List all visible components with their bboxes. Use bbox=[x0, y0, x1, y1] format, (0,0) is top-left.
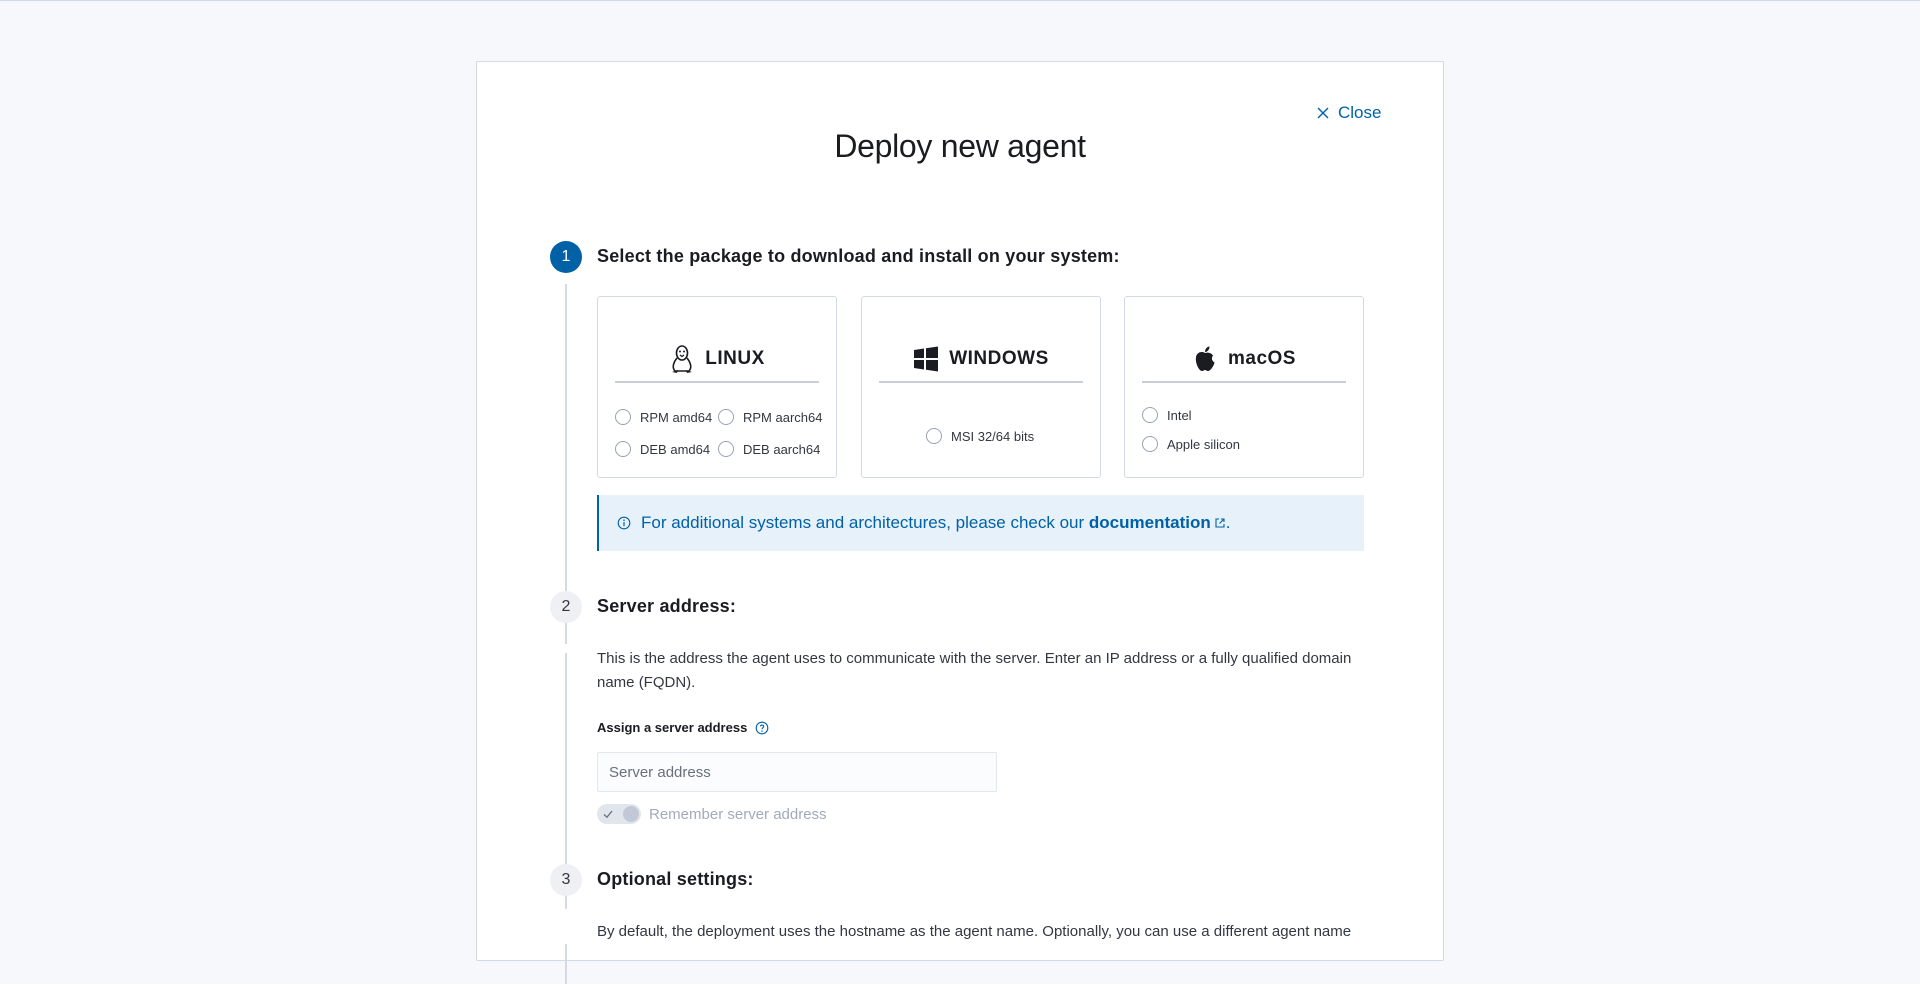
toggle-knob bbox=[623, 806, 639, 822]
radio-rpm-aarch64[interactable]: RPM aarch64 bbox=[718, 409, 822, 425]
external-link-icon bbox=[1215, 518, 1225, 528]
radio-label: RPM amd64 bbox=[640, 409, 713, 425]
remember-server-toggle-row[interactable]: Remember server address bbox=[597, 804, 827, 824]
step-2-title: Server address: bbox=[597, 596, 737, 616]
radio-circle[interactable] bbox=[1142, 436, 1158, 452]
step-3-number: 3 bbox=[550, 864, 582, 896]
info-callout: For additional systems and architectures… bbox=[597, 495, 1364, 551]
field-label-text: Assign a server address bbox=[597, 720, 748, 735]
top-divider bbox=[0, 0, 1920, 1]
windows-logo-icon bbox=[914, 346, 939, 372]
remember-server-toggle[interactable] bbox=[597, 804, 641, 824]
page-title: Deploy new agent bbox=[834, 128, 1086, 164]
radio-intel[interactable]: Intel bbox=[1142, 407, 1192, 423]
optional-settings-description: By default, the deployment uses the host… bbox=[597, 923, 1352, 940]
close-icon bbox=[1317, 107, 1329, 119]
radio-label: MSI 32/64 bits bbox=[951, 428, 1035, 444]
radio-circle[interactable] bbox=[718, 409, 734, 425]
step-2-number: 2 bbox=[550, 591, 582, 623]
linux-header: LINUX bbox=[615, 337, 819, 383]
server-address-input[interactable] bbox=[597, 752, 997, 792]
radio-label: Apple silicon bbox=[1167, 436, 1240, 452]
radio-label: Intel bbox=[1167, 407, 1192, 423]
documentation-link-label: documentation bbox=[1088, 513, 1211, 532]
linux-card: LINUX RPM amd64 RPM aarch64 DEB amd64 DE… bbox=[597, 296, 837, 478]
close-button[interactable]: Close bbox=[1316, 102, 1381, 124]
remember-server-label: Remember server address bbox=[649, 805, 827, 823]
radio-label: RPM aarch64 bbox=[743, 409, 823, 425]
radio-label: DEB amd64 bbox=[640, 441, 711, 457]
server-address-field-label: Assign a server address bbox=[597, 720, 769, 735]
linux-label: LINUX bbox=[705, 348, 765, 369]
radio-label: DEB aarch64 bbox=[743, 441, 821, 457]
step-3-title: Optional settings: bbox=[597, 869, 754, 889]
deploy-agent-panel: Close Deploy new agent 1 Select the pack… bbox=[476, 61, 1444, 984]
callout-text: For additional systems and architectures… bbox=[641, 513, 1230, 533]
windows-card: WINDOWS MSI 32/64 bits bbox=[861, 296, 1101, 478]
radio-circle[interactable] bbox=[615, 441, 631, 457]
step-1-title: Select the package to download and insta… bbox=[597, 246, 1120, 266]
radio-msi-32-64[interactable]: MSI 32/64 bits bbox=[926, 428, 1034, 444]
radio-circle[interactable] bbox=[718, 441, 734, 457]
macos-label: macOS bbox=[1228, 348, 1296, 369]
help-icon[interactable] bbox=[755, 721, 769, 735]
radio-circle[interactable] bbox=[615, 409, 631, 425]
radio-circle[interactable] bbox=[926, 428, 942, 444]
step-1-number: 1 bbox=[550, 241, 582, 273]
radio-deb-amd64[interactable]: DEB amd64 bbox=[615, 441, 710, 457]
radio-rpm-amd64[interactable]: RPM amd64 bbox=[615, 409, 712, 425]
close-label: Close bbox=[1338, 103, 1382, 122]
step-1-connector bbox=[565, 284, 567, 644]
documentation-link[interactable]: documentation bbox=[1089, 513, 1226, 532]
server-address-description: This is the address the agent uses to co… bbox=[597, 650, 1352, 691]
step-3-connector bbox=[565, 944, 567, 984]
radio-deb-aarch64[interactable]: DEB aarch64 bbox=[718, 441, 820, 457]
apple-logo-icon bbox=[1195, 346, 1215, 371]
callout-suffix: . bbox=[1225, 513, 1231, 532]
checkmark-icon bbox=[603, 810, 613, 819]
radio-apple-silicon[interactable]: Apple silicon bbox=[1142, 436, 1240, 452]
macos-card: macOS Intel Apple silicon bbox=[1124, 296, 1364, 478]
windows-header: WINDOWS bbox=[879, 337, 1083, 383]
radio-circle[interactable] bbox=[1142, 407, 1158, 423]
macos-header: macOS bbox=[1142, 337, 1346, 383]
linux-tux-icon bbox=[672, 345, 693, 373]
info-icon bbox=[617, 516, 631, 530]
callout-message: For additional systems and architectures… bbox=[641, 513, 1085, 532]
windows-label: WINDOWS bbox=[949, 348, 1049, 369]
